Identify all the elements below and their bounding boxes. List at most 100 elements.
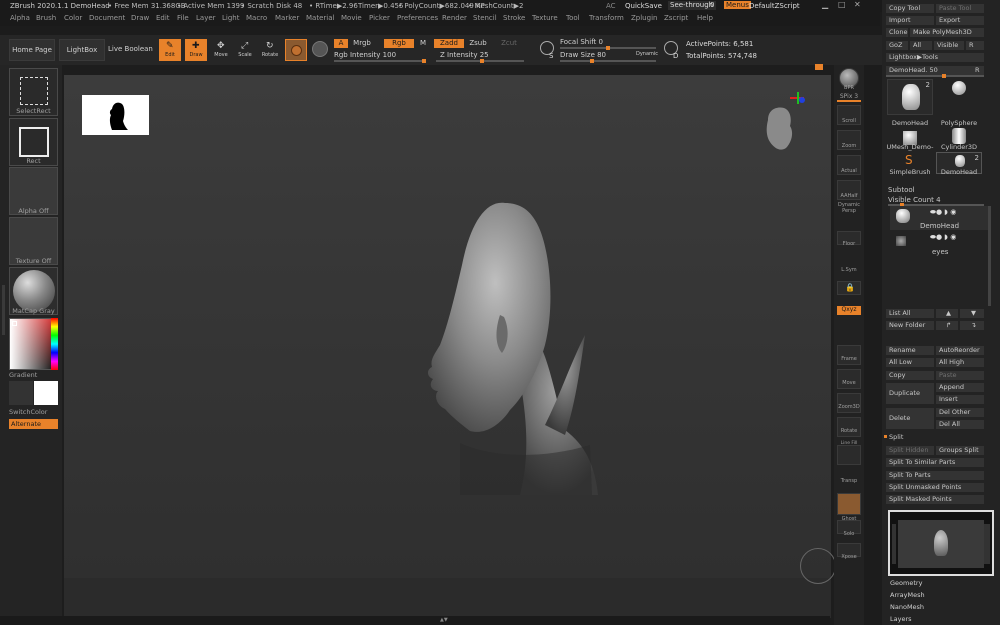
m-toggle[interactable]: M (418, 39, 428, 48)
menu-texture[interactable]: Texture (532, 14, 558, 22)
subtool-scrollbar[interactable] (988, 206, 991, 306)
insert-button[interactable]: Insert (936, 395, 984, 404)
menu-transform[interactable]: Transform (589, 14, 624, 22)
lightbox-tools-button[interactable]: Lightbox▶Tools (886, 53, 984, 62)
rgb-toggle[interactable]: Rgb (384, 39, 414, 48)
goz-all-button[interactable]: All (910, 41, 932, 50)
goz-r-button[interactable]: R (966, 41, 984, 50)
script-label[interactable]: DefaultZScript (749, 2, 800, 10)
duplicate-button[interactable]: Duplicate (886, 383, 934, 404)
delete-button[interactable]: Delete (886, 408, 934, 429)
menu-stencil[interactable]: Stencil (473, 14, 497, 22)
alternate-button[interactable]: Alternate (9, 419, 58, 429)
menu-picker[interactable]: Picker (369, 14, 390, 22)
color-picker[interactable] (9, 318, 58, 370)
hue-strip[interactable] (51, 318, 58, 370)
subtool-item-eyes[interactable]: eyes ⬬● ◗ ◉ (890, 232, 988, 258)
goz-visible-button[interactable]: Visible (934, 41, 964, 50)
visible-count[interactable]: Visible Count 4 (888, 196, 941, 204)
zsub-toggle[interactable]: Zsub (468, 39, 488, 48)
menu-draw[interactable]: Draw (131, 14, 149, 22)
zadd-toggle[interactable]: Zadd (434, 39, 464, 48)
thumb-polysphere[interactable] (936, 79, 982, 115)
clone-button[interactable]: Clone (886, 28, 908, 37)
folder-down-icon[interactable]: ↴ (960, 321, 984, 330)
rename-button[interactable]: Rename (886, 346, 934, 355)
draw-button[interactable]: ✚ Draw (185, 39, 207, 61)
autoreorder-button[interactable]: AutoReorder (936, 346, 984, 355)
make-polymesh-button[interactable]: Make PolyMesh3D (910, 28, 984, 37)
arraymesh-menu[interactable]: ArrayMesh (890, 591, 925, 599)
transp-label[interactable]: Transp (834, 478, 864, 484)
menu-preferences[interactable]: Preferences (397, 14, 438, 22)
menu-brush[interactable]: Brush (36, 14, 56, 22)
edit-button[interactable]: ✎ Edit (159, 39, 181, 61)
export-button[interactable]: Export (936, 16, 984, 25)
canvas-nav-ring[interactable] (800, 548, 836, 584)
zcut-toggle[interactable]: Zcut (500, 39, 518, 48)
new-folder-button[interactable]: New Folder (886, 321, 934, 330)
menu-render[interactable]: Render (442, 14, 467, 22)
bottom-tray-arrow-icon[interactable]: ▲▼ (440, 617, 454, 623)
zoom3d-button[interactable] (837, 393, 861, 413)
move-view-button[interactable] (837, 369, 861, 389)
paste-button[interactable]: Paste (936, 371, 984, 380)
quicksave-button[interactable]: QuickSave (625, 2, 662, 10)
reference-image[interactable] (82, 95, 149, 135)
lsym-label[interactable]: L.Sym (834, 267, 864, 273)
spix-slider[interactable] (837, 100, 861, 102)
layers-menu[interactable]: Layers (890, 615, 912, 623)
folder-arrow-icon[interactable]: ↱ (936, 321, 958, 330)
list-all-button[interactable]: List All (886, 309, 934, 318)
menus-button[interactable]: Menus (724, 1, 751, 9)
copy-tool-button[interactable]: Copy Tool (886, 4, 934, 13)
append-button[interactable]: Append (936, 383, 984, 392)
demohead-model[interactable] (400, 195, 600, 495)
navigation-gizmo[interactable] (760, 92, 810, 162)
subtool-eyes-toggles-icon[interactable]: ⬬● ◗ ◉ (930, 233, 956, 242)
color-mode-icon[interactable] (312, 41, 328, 57)
split-unmasked-button[interactable]: Split Unmasked Points (886, 483, 984, 492)
dynamic-toggle[interactable]: Dynamic (634, 51, 660, 60)
material-swatch[interactable] (285, 39, 307, 61)
focal-shift-track[interactable] (560, 46, 656, 50)
qxyz-toggle[interactable]: Qxyz (837, 306, 861, 315)
subtool-header[interactable]: Subtool (888, 186, 915, 194)
menu-light[interactable]: Light (222, 14, 239, 22)
maximize-icon[interactable]: □ (838, 0, 846, 9)
preview-thumbnail[interactable] (888, 510, 994, 576)
move-down-icon[interactable]: ▼ (960, 309, 984, 318)
split-masked-button[interactable]: Split Masked Points (886, 495, 984, 504)
focal-shift-slider[interactable]: Focal Shift 0 (560, 38, 620, 47)
persp-label[interactable]: Dynamic Persp (834, 202, 864, 214)
spix-label[interactable]: SPix 3 (834, 93, 864, 100)
menu-marker[interactable]: Marker (275, 14, 299, 22)
thumb-demohead[interactable]: 2 (887, 79, 933, 115)
minimize-icon[interactable]: ▁ (822, 0, 828, 9)
menu-file[interactable]: File (177, 14, 189, 22)
all-high-button[interactable]: All High (936, 358, 984, 367)
canvas-scroll-thumb[interactable] (815, 64, 823, 70)
menu-macro[interactable]: Macro (246, 14, 267, 22)
split-hidden-button[interactable]: Split Hidden (886, 446, 934, 455)
frame-button[interactable] (837, 345, 861, 365)
menu-tool[interactable]: Tool (566, 14, 580, 22)
z-intensity-track[interactable] (436, 59, 524, 63)
menu-layer[interactable]: Layer (196, 14, 216, 22)
geometry-menu[interactable]: Geometry (890, 579, 922, 587)
a-toggle[interactable]: A (334, 39, 348, 48)
paste-tool-button[interactable]: Paste Tool (936, 4, 984, 13)
subtool-item-demohead[interactable]: DemoHead ⬬● ◗ ◉ (890, 206, 988, 230)
left-tray-handle[interactable] (2, 285, 5, 335)
demohead-slider[interactable]: DemoHead. 50 (886, 66, 972, 75)
switchcolor-button[interactable]: SwitchColor (9, 408, 58, 416)
demohead-slider-track[interactable] (886, 74, 984, 78)
move-up-icon[interactable]: ▲ (936, 309, 958, 318)
see-through-slider[interactable]: See-through 0 (668, 1, 716, 10)
ghost-button[interactable] (837, 493, 861, 515)
lightbox-button[interactable]: LightBox (59, 39, 105, 61)
menu-movie[interactable]: Movie (341, 14, 362, 22)
scale-button[interactable]: ⤢ Scale (234, 39, 256, 61)
rgb-intensity-slider[interactable]: Rgb Intensity 100 (334, 51, 426, 60)
split-similar-button[interactable]: Split To Similar Parts (886, 458, 984, 467)
